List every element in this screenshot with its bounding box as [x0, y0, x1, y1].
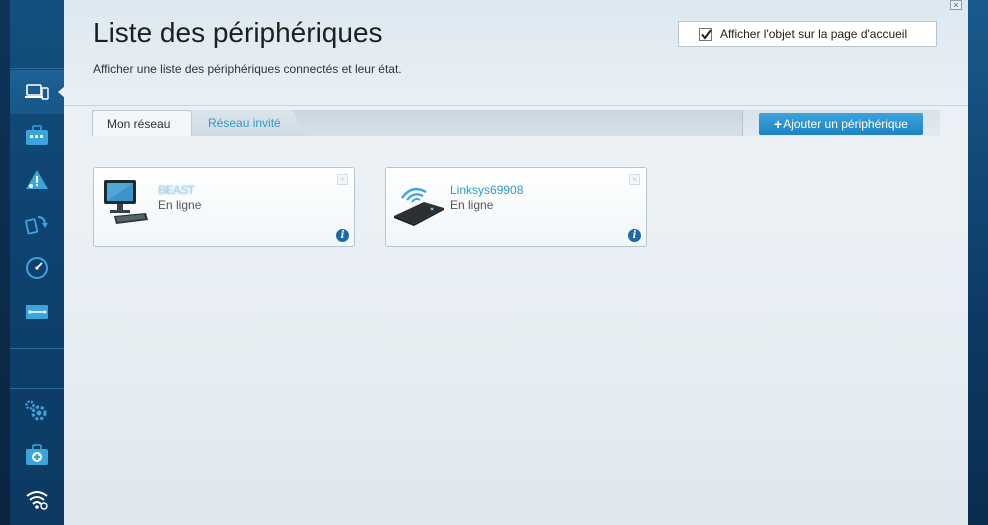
device-name[interactable]: BEAST: [158, 183, 195, 197]
usb-storage-icon: [26, 305, 48, 319]
device-card[interactable]: BEAST En ligne × i: [93, 167, 355, 247]
show-on-home-toggle[interactable]: Afficher l'objet sur la page d'accueil: [678, 21, 937, 47]
device-status: En ligne: [158, 198, 202, 212]
sidebar-item-media[interactable]: [10, 202, 64, 246]
device-list-icon: [25, 84, 49, 100]
gears-settings-icon: [25, 400, 47, 421]
desktop-computer-icon: [104, 180, 148, 224]
show-on-home-checkbox[interactable]: [699, 27, 712, 41]
add-device-label: Ajouter un périphérique: [783, 117, 908, 131]
nav-divider: [10, 68, 64, 69]
left-edge-strip: [0, 0, 10, 525]
sidebar-item-connectivity[interactable]: [10, 389, 64, 433]
remove-device-icon[interactable]: ×: [629, 174, 640, 185]
window-close-icon[interactable]: ×: [950, 0, 962, 10]
page-title: Liste des périphériques: [93, 17, 383, 48]
device-name[interactable]: Linksys69908: [450, 183, 523, 197]
page-subtitle: Afficher une liste des périphériques con…: [93, 62, 402, 76]
add-device-button[interactable]: + Ajouter un périphérique: [759, 113, 923, 135]
remove-device-icon[interactable]: ×: [337, 174, 348, 185]
tab-guest-network[interactable]: Réseau invité: [190, 110, 306, 136]
speed-gauge-icon: [26, 257, 48, 279]
troubleshooting-kit-icon: [26, 444, 48, 465]
add-device-area: + Ajouter un périphérique: [742, 110, 940, 136]
sidebar-item-wireless[interactable]: [10, 477, 64, 521]
main-panel: Liste des périphériques Afficher une lis…: [64, 0, 968, 525]
mobile-transfer-icon: [25, 216, 48, 235]
wifi-settings-icon: [26, 491, 48, 510]
tab-my-network[interactable]: Mon réseau: [92, 110, 192, 136]
network-warning-icon: [26, 170, 48, 189]
calendar-toolbox-icon: [26, 125, 48, 145]
wireless-router-icon: [394, 187, 444, 226]
page-header: Liste des périphériques Afficher une lis…: [64, 0, 968, 106]
info-icon[interactable]: i: [336, 229, 349, 242]
sidebar-item-parental[interactable]: [10, 114, 64, 158]
plus-icon: +: [774, 116, 783, 132]
sidebar-item-troubleshooting[interactable]: [10, 433, 64, 477]
device-card[interactable]: Linksys69908 En ligne × i: [385, 167, 647, 247]
checkmark-icon: [701, 28, 712, 40]
sidebar-item-speed-test[interactable]: [10, 246, 64, 290]
info-icon[interactable]: i: [628, 229, 641, 242]
sidebar-item-network-map[interactable]: [10, 158, 64, 202]
right-edge-strip: [968, 0, 988, 525]
show-on-home-label: Afficher l'objet sur la page d'accueil: [720, 27, 908, 41]
sidebar-item-devices[interactable]: [10, 70, 65, 114]
device-status: En ligne: [450, 198, 494, 212]
sidebar-nav: [10, 0, 65, 525]
sidebar-item-usb-storage[interactable]: [10, 290, 64, 334]
nav-divider: [10, 348, 64, 349]
